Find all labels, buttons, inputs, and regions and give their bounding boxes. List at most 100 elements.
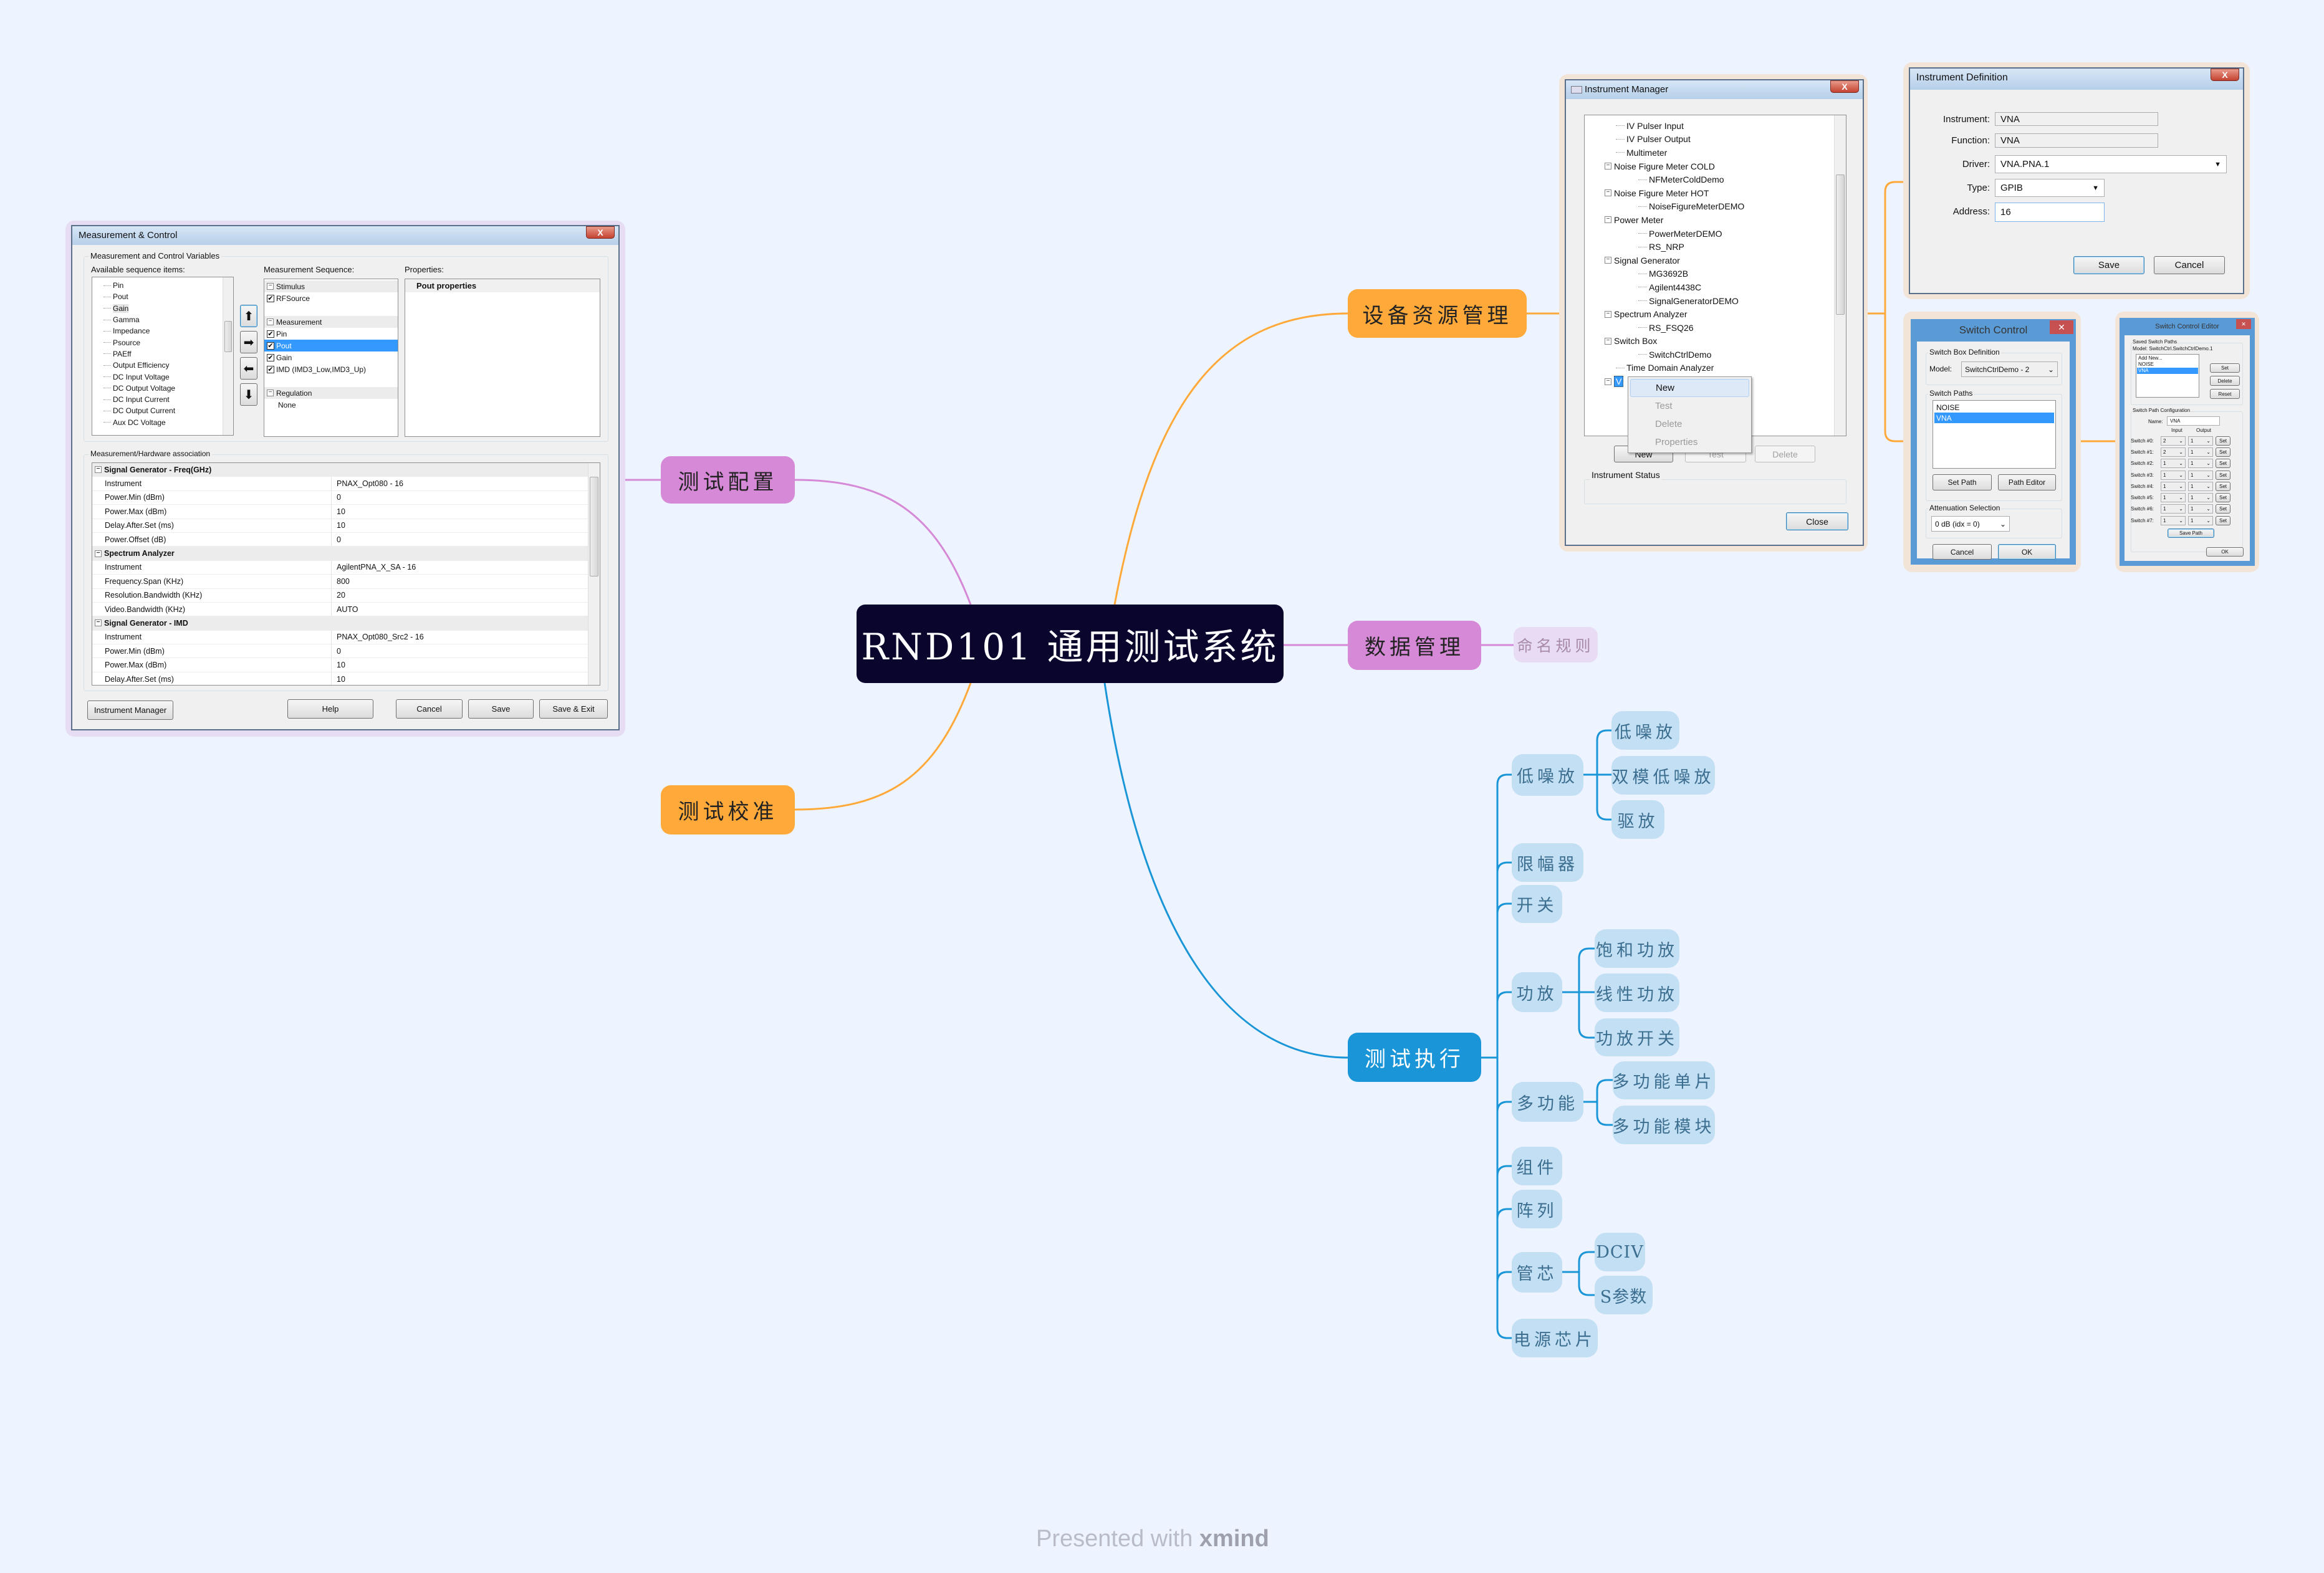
set-path-button[interactable]: Set Path	[1933, 474, 1992, 490]
list-item[interactable]: Aux DC Voltage	[103, 417, 233, 428]
list-item[interactable]: DC Input Voltage	[103, 371, 233, 382]
property-value[interactable]: PNAX_Opt080_Src2 - 16	[332, 633, 424, 641]
move-up-button[interactable]: ⬆	[240, 305, 257, 327]
tree-node[interactable]: − Signal Generator	[1605, 254, 1835, 267]
tree-node[interactable]: − Noise Figure Meter HOT	[1605, 186, 1835, 200]
list-item[interactable]: Add New...	[2137, 355, 2198, 361]
available-items-list[interactable]: Pin Pout Gain Gamma Impedance Psource PAEff Out…	[92, 277, 234, 436]
list-item[interactable]: Psource	[103, 337, 233, 348]
close-dialog-button[interactable]: Close	[1786, 512, 1848, 530]
table-row[interactable]: Video.Bandwidth (KHz) AUTO	[92, 602, 588, 617]
save-button[interactable]: Save	[468, 699, 534, 719]
input-dropdown[interactable]: 1 ⌄	[2161, 504, 2186, 514]
function-field[interactable]: VNA	[1995, 133, 2158, 148]
close-button[interactable]: X	[2211, 69, 2239, 81]
list-item[interactable]: VNA	[2137, 368, 2198, 374]
output-dropdown[interactable]: 1 ⌄	[2188, 470, 2213, 480]
checkbox[interactable]: ✔	[267, 342, 274, 350]
input-dropdown[interactable]: 1 ⌄	[2161, 515, 2186, 525]
branch-test-config[interactable]: 测试配置	[661, 456, 795, 504]
property-value[interactable]: 10	[332, 507, 345, 516]
subtopic-power-chip[interactable]: 电源芯片	[1512, 1319, 1598, 1357]
subtopic-lna[interactable]: 低噪放	[1512, 754, 1583, 796]
output-dropdown[interactable]: 1 ⌄	[2188, 447, 2213, 457]
subtopic-saturated-pa[interactable]: 饱和功放	[1595, 929, 1679, 968]
sequence-item[interactable]: ✔ RFSource	[264, 292, 398, 304]
collapse-icon[interactable]: −	[95, 619, 102, 627]
collapse-icon[interactable]: −	[1605, 337, 1611, 345]
set-switch-button[interactable]: Set	[2216, 436, 2230, 446]
address-input[interactable]: 16	[1995, 203, 2105, 222]
attenuation-dropdown[interactable]: 0 dB (idx = 0) ⌄	[1931, 516, 2010, 532]
remove-item-button[interactable]: ⬅	[240, 357, 257, 380]
set-switch-button[interactable]: Set	[2216, 447, 2230, 457]
table-row[interactable]: Resolution.Bandwidth (KHz) 20	[92, 588, 588, 603]
list-item[interactable]: DC Input Current	[103, 394, 233, 405]
table-row[interactable]: Delay.After.Set (ms) 10	[92, 519, 588, 533]
collapse-icon[interactable]: −	[95, 466, 102, 474]
save-button[interactable]: Save	[2073, 256, 2144, 274]
subtopic-driver-amp[interactable]: 驱放	[1611, 800, 1664, 839]
tree-node[interactable]: MG3692B	[1616, 267, 1846, 281]
context-menu-item-new[interactable]: New	[1630, 379, 1749, 397]
output-dropdown[interactable]: 1 ⌄	[2188, 459, 2213, 469]
tree-node[interactable]: − Noise Figure Meter COLD	[1605, 160, 1835, 173]
list-item[interactable]: Gamma	[103, 314, 233, 325]
instrument-manager-button[interactable]: Instrument Manager	[87, 700, 173, 720]
list-item[interactable]: PAEff	[103, 348, 233, 360]
sequence-item[interactable]: − Stimulus	[264, 280, 398, 292]
subtopic-multifunction[interactable]: 多功能	[1512, 1082, 1583, 1122]
table-row[interactable]: Power.Offset (dB) 0	[92, 532, 588, 547]
set-switch-button[interactable]: Set	[2216, 481, 2230, 491]
list-item[interactable]: NOISE	[1934, 402, 2054, 413]
checkbox[interactable]: ✔	[267, 330, 274, 338]
collapse-icon[interactable]: −	[267, 318, 274, 325]
output-dropdown[interactable]: 1 ⌄	[2188, 515, 2213, 525]
context-menu-item-properties[interactable]: Properties	[1630, 433, 1749, 451]
set-switch-button[interactable]: Set	[2216, 504, 2230, 514]
tree-node[interactable]: PowerMeterDEMO	[1616, 227, 1846, 241]
branch-device-resource-management[interactable]: 设备资源管理	[1348, 289, 1527, 338]
output-dropdown[interactable]: 1 ⌄	[2188, 493, 2213, 503]
available-scrollbar[interactable]	[223, 277, 233, 435]
save-path-button[interactable]: Save Path	[2168, 528, 2214, 538]
tree-node[interactable]: Time Domain Analyzer	[1616, 361, 1846, 375]
list-item[interactable]: VNA	[1934, 413, 2054, 423]
set-button[interactable]: Set	[2210, 363, 2240, 373]
list-item[interactable]: Impedance	[103, 325, 233, 337]
input-dropdown[interactable]: 2 ⌄	[2161, 447, 2186, 457]
property-value[interactable]: 10	[332, 675, 345, 684]
list-item[interactable]: Output Efficiency	[103, 360, 233, 371]
tree-node[interactable]: Agilent4438C	[1616, 280, 1846, 294]
tree-node[interactable]: − Spectrum Analyzer	[1605, 307, 1835, 321]
cancel-button[interactable]: Cancel	[396, 699, 463, 719]
input-dropdown[interactable]: 1 ⌄	[2161, 470, 2186, 480]
collapse-icon[interactable]: −	[267, 390, 274, 396]
reset-button[interactable]: Reset	[2210, 389, 2240, 399]
input-dropdown[interactable]: 1 ⌄	[2161, 481, 2186, 491]
set-switch-button[interactable]: Set	[2216, 470, 2230, 480]
collapse-icon[interactable]: −	[267, 283, 274, 290]
input-dropdown[interactable]: 2 ⌄	[2161, 436, 2186, 446]
central-topic[interactable]: RND101 通用测试系统	[857, 605, 1284, 683]
close-button[interactable]: X	[586, 226, 615, 239]
output-dropdown[interactable]: 1 ⌄	[2188, 504, 2213, 514]
property-value[interactable]: 0	[332, 535, 341, 544]
sequence-item[interactable]: − Regulation	[264, 387, 398, 399]
output-dropdown[interactable]: 1 ⌄	[2188, 481, 2213, 491]
branch-test-execution[interactable]: 测试执行	[1348, 1033, 1481, 1082]
sequence-item[interactable]: ✔ Pin	[264, 328, 398, 340]
property-value[interactable]: 0	[332, 647, 341, 656]
name-input[interactable]: VNA	[2167, 416, 2220, 426]
list-item[interactable]: Pout	[103, 291, 233, 302]
instrument-field[interactable]: VNA	[1995, 112, 2158, 126]
cancel-button[interactable]: Cancel	[2154, 256, 2225, 274]
subtopic-lna-lna[interactable]: 低噪放	[1611, 711, 1679, 750]
ok-button[interactable]: OK	[1998, 544, 2056, 560]
table-row[interactable]: Power.Max (dBm) 10	[92, 658, 588, 672]
add-item-button[interactable]: ➡	[240, 331, 257, 353]
subtopic-multifunction-module[interactable]: 多功能模块	[1613, 1106, 1715, 1144]
collapse-icon[interactable]: −	[1605, 310, 1611, 318]
close-button[interactable]: X	[1830, 80, 1859, 93]
collapse-icon[interactable]: −	[95, 550, 102, 557]
